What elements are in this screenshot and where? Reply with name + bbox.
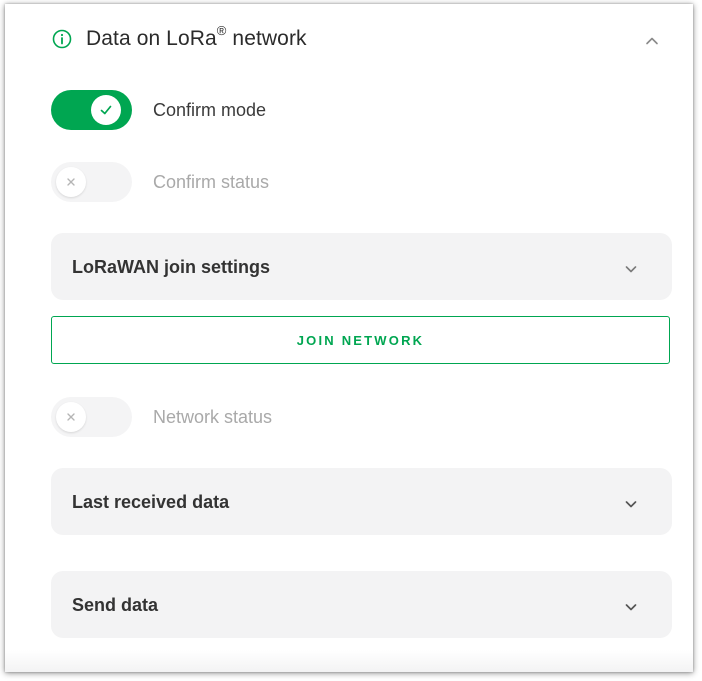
chevron-down-icon[interactable]	[622, 260, 640, 278]
panel-title: Data on LoRa® network	[86, 23, 307, 51]
lorawan-join-settings-label: LoRaWAN join settings	[72, 257, 270, 277]
chevron-down-icon[interactable]	[622, 495, 640, 513]
network-status-row: Network status	[51, 396, 272, 438]
confirm-mode-toggle[interactable]	[51, 90, 132, 130]
send-data-section[interactable]: Send data	[51, 571, 672, 638]
panel-title-suffix: network	[226, 27, 307, 50]
check-icon	[100, 105, 112, 115]
chevron-up-icon[interactable]	[641, 30, 663, 52]
panel-bottom-fade	[5, 650, 693, 672]
chevron-down-icon[interactable]	[622, 598, 640, 616]
toggle-knob	[91, 95, 121, 125]
lora-data-panel: Data on LoRa® network Confirm mode Confi…	[5, 4, 693, 672]
last-received-data-label: Last received data	[72, 492, 230, 512]
panel-title-text: Data on LoRa	[86, 27, 217, 50]
confirm-status-toggle[interactable]	[51, 162, 132, 202]
toggle-knob	[56, 167, 86, 197]
x-icon	[67, 413, 75, 421]
network-status-toggle[interactable]	[51, 397, 132, 437]
confirm-mode-label: Confirm mode	[153, 99, 267, 120]
registered-mark: ®	[216, 23, 227, 38]
info-icon	[51, 28, 73, 50]
panel-header: Data on LoRa® network	[5, 4, 693, 74]
x-icon	[67, 178, 75, 186]
lorawan-join-settings-section[interactable]: LoRaWAN join settings	[51, 233, 672, 300]
toggle-knob	[56, 402, 86, 432]
confirm-status-row: Confirm status	[51, 161, 269, 203]
send-data-label: Send data	[72, 595, 159, 615]
confirm-mode-row: Confirm mode	[51, 89, 266, 131]
network-status-label: Network status	[153, 406, 273, 427]
confirm-status-label: Confirm status	[153, 171, 270, 192]
last-received-data-section[interactable]: Last received data	[51, 468, 672, 535]
join-network-button[interactable]: JOIN NETWORK	[51, 316, 670, 364]
